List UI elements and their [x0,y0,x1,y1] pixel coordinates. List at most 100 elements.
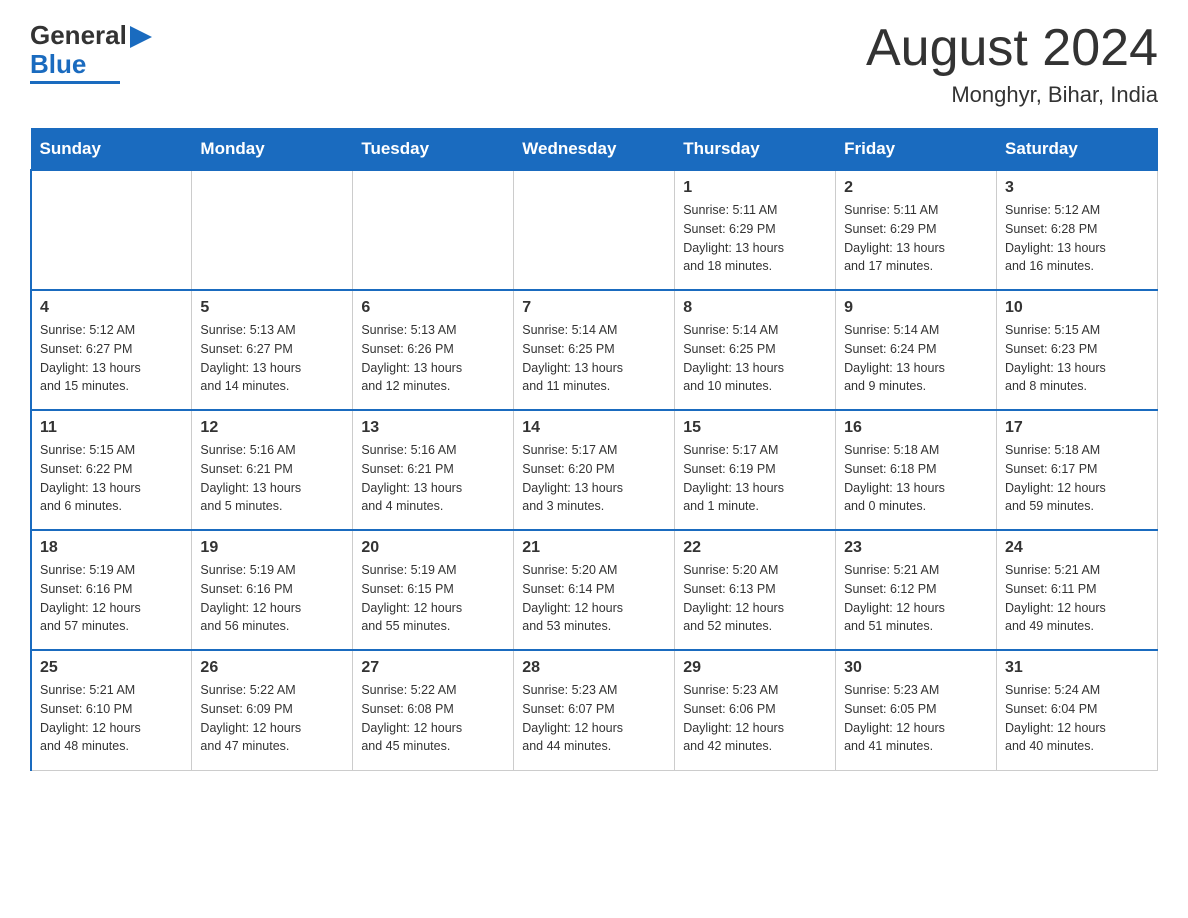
day-number: 23 [844,539,988,557]
calendar-cell: 22 Sunrise: 5:20 AM Sunset: 6:13 PM Dayli… [675,530,836,650]
day-info: Sunrise: 5:13 AM Sunset: 6:27 PM Dayligh… [200,321,344,396]
calendar-cell: 12 Sunrise: 5:16 AM Sunset: 6:21 PM Dayli… [192,410,353,530]
day-number: 7 [522,299,666,317]
calendar-cell: 3 Sunrise: 5:12 AM Sunset: 6:28 PM Daylig… [997,170,1158,290]
day-number: 24 [1005,539,1149,557]
day-info: Sunrise: 5:16 AM Sunset: 6:21 PM Dayligh… [200,441,344,516]
calendar-row-2: 4Sunrise: 5:12 AM Sunset: 6:27 PM Daylig… [31,290,1158,410]
calendar-cell: 26 Sunrise: 5:22 AM Sunset: 6:09 PM Dayli… [192,650,353,770]
day-info: Sunrise: 5:23 AM Sunset: 6:06 PM Dayligh… [683,681,827,756]
day-number: 18 [40,539,183,557]
calendar-title: August 2024 [866,20,1158,77]
day-info: Sunrise: 5:16 AM Sunset: 6:21 PM Dayligh… [361,441,505,516]
calendar-cell: 18Sunrise: 5:19 AM Sunset: 6:16 PM Dayli… [31,530,192,650]
day-number: 8 [683,299,827,317]
day-info: Sunrise: 5:24 AM Sunset: 6:04 PM Dayligh… [1005,681,1149,756]
day-number: 19 [200,539,344,557]
day-info: Sunrise: 5:12 AM Sunset: 6:27 PM Dayligh… [40,321,183,396]
calendar-cell: 2 Sunrise: 5:11 AM Sunset: 6:29 PM Daylig… [836,170,997,290]
day-info: Sunrise: 5:20 AM Sunset: 6:13 PM Dayligh… [683,561,827,636]
calendar-subtitle: Monghyr, Bihar, India [866,82,1158,108]
calendar-cell: 25Sunrise: 5:21 AM Sunset: 6:10 PM Dayli… [31,650,192,770]
logo-underline [30,81,120,84]
day-info: Sunrise: 5:23 AM Sunset: 6:05 PM Dayligh… [844,681,988,756]
day-number: 16 [844,419,988,437]
calendar-cell: 19 Sunrise: 5:19 AM Sunset: 6:16 PM Dayli… [192,530,353,650]
header-thursday: Thursday [675,129,836,171]
day-info: Sunrise: 5:19 AM Sunset: 6:15 PM Dayligh… [361,561,505,636]
day-info: Sunrise: 5:18 AM Sunset: 6:18 PM Dayligh… [844,441,988,516]
calendar-row-3: 11 Sunrise: 5:15 AM Sunset: 6:22 PM Dayli… [31,410,1158,530]
title-area: August 2024 Monghyr, Bihar, India [866,20,1158,108]
header-row: Sunday Monday Tuesday Wednesday Thursday… [31,129,1158,171]
day-number: 26 [200,659,344,677]
day-info: Sunrise: 5:17 AM Sunset: 6:19 PM Dayligh… [683,441,827,516]
day-info: Sunrise: 5:19 AM Sunset: 6:16 PM Dayligh… [200,561,344,636]
calendar-cell: 29 Sunrise: 5:23 AM Sunset: 6:06 PM Dayli… [675,650,836,770]
day-number: 3 [1005,179,1149,197]
day-info: Sunrise: 5:22 AM Sunset: 6:08 PM Dayligh… [361,681,505,756]
calendar-cell: 24 Sunrise: 5:21 AM Sunset: 6:11 PM Dayli… [997,530,1158,650]
day-number: 30 [844,659,988,677]
day-info: Sunrise: 5:14 AM Sunset: 6:24 PM Dayligh… [844,321,988,396]
day-info: Sunrise: 5:17 AM Sunset: 6:20 PM Dayligh… [522,441,666,516]
day-info: Sunrise: 5:15 AM Sunset: 6:22 PM Dayligh… [40,441,183,516]
header-monday: Monday [192,129,353,171]
calendar-cell: 6Sunrise: 5:13 AM Sunset: 6:26 PM Daylig… [353,290,514,410]
day-number: 14 [522,419,666,437]
header: General Blue August 2024 Monghyr, Bihar,… [30,20,1158,108]
header-sunday: Sunday [31,129,192,171]
calendar-cell: 21Sunrise: 5:20 AM Sunset: 6:14 PM Dayli… [514,530,675,650]
calendar-cell: 11 Sunrise: 5:15 AM Sunset: 6:22 PM Dayli… [31,410,192,530]
calendar-row-5: 25Sunrise: 5:21 AM Sunset: 6:10 PM Dayli… [31,650,1158,770]
day-number: 13 [361,419,505,437]
calendar-cell: 31 Sunrise: 5:24 AM Sunset: 6:04 PM Dayli… [997,650,1158,770]
day-number: 6 [361,299,505,317]
day-number: 11 [40,419,183,437]
day-info: Sunrise: 5:15 AM Sunset: 6:23 PM Dayligh… [1005,321,1149,396]
header-tuesday: Tuesday [353,129,514,171]
day-info: Sunrise: 5:18 AM Sunset: 6:17 PM Dayligh… [1005,441,1149,516]
day-number: 22 [683,539,827,557]
calendar-cell: 30 Sunrise: 5:23 AM Sunset: 6:05 PM Dayli… [836,650,997,770]
header-friday: Friday [836,129,997,171]
calendar-header: Sunday Monday Tuesday Wednesday Thursday… [31,129,1158,171]
day-number: 2 [844,179,988,197]
calendar-row-1: 1Sunrise: 5:11 AM Sunset: 6:29 PM Daylig… [31,170,1158,290]
day-info: Sunrise: 5:22 AM Sunset: 6:09 PM Dayligh… [200,681,344,756]
day-info: Sunrise: 5:21 AM Sunset: 6:10 PM Dayligh… [40,681,183,756]
day-number: 12 [200,419,344,437]
logo-general-text: General [30,20,127,51]
calendar-cell: 16 Sunrise: 5:18 AM Sunset: 6:18 PM Dayli… [836,410,997,530]
day-number: 5 [200,299,344,317]
day-info: Sunrise: 5:21 AM Sunset: 6:11 PM Dayligh… [1005,561,1149,636]
day-info: Sunrise: 5:23 AM Sunset: 6:07 PM Dayligh… [522,681,666,756]
calendar-cell: 14 Sunrise: 5:17 AM Sunset: 6:20 PM Dayli… [514,410,675,530]
day-info: Sunrise: 5:11 AM Sunset: 6:29 PM Dayligh… [844,201,988,276]
calendar-cell: 13 Sunrise: 5:16 AM Sunset: 6:21 PM Dayli… [353,410,514,530]
day-info: Sunrise: 5:21 AM Sunset: 6:12 PM Dayligh… [844,561,988,636]
calendar-cell [31,170,192,290]
calendar-cell: 8Sunrise: 5:14 AM Sunset: 6:25 PM Daylig… [675,290,836,410]
day-number: 29 [683,659,827,677]
calendar-cell: 15 Sunrise: 5:17 AM Sunset: 6:19 PM Dayli… [675,410,836,530]
day-number: 15 [683,419,827,437]
calendar-cell: 5 Sunrise: 5:13 AM Sunset: 6:27 PM Daylig… [192,290,353,410]
calendar-cell: 7 Sunrise: 5:14 AM Sunset: 6:25 PM Daylig… [514,290,675,410]
day-number: 21 [522,539,666,557]
logo-blue-text: Blue [30,49,86,80]
day-number: 31 [1005,659,1149,677]
calendar-cell: 27Sunrise: 5:22 AM Sunset: 6:08 PM Dayli… [353,650,514,770]
calendar-cell: 10 Sunrise: 5:15 AM Sunset: 6:23 PM Dayli… [997,290,1158,410]
day-number: 10 [1005,299,1149,317]
day-info: Sunrise: 5:11 AM Sunset: 6:29 PM Dayligh… [683,201,827,276]
calendar-cell: 9 Sunrise: 5:14 AM Sunset: 6:24 PM Daylig… [836,290,997,410]
calendar-body: 1Sunrise: 5:11 AM Sunset: 6:29 PM Daylig… [31,170,1158,770]
day-number: 9 [844,299,988,317]
day-number: 20 [361,539,505,557]
day-number: 28 [522,659,666,677]
day-info: Sunrise: 5:14 AM Sunset: 6:25 PM Dayligh… [522,321,666,396]
logo: General Blue [30,20,152,84]
calendar-cell: 17Sunrise: 5:18 AM Sunset: 6:17 PM Dayli… [997,410,1158,530]
day-info: Sunrise: 5:12 AM Sunset: 6:28 PM Dayligh… [1005,201,1149,276]
